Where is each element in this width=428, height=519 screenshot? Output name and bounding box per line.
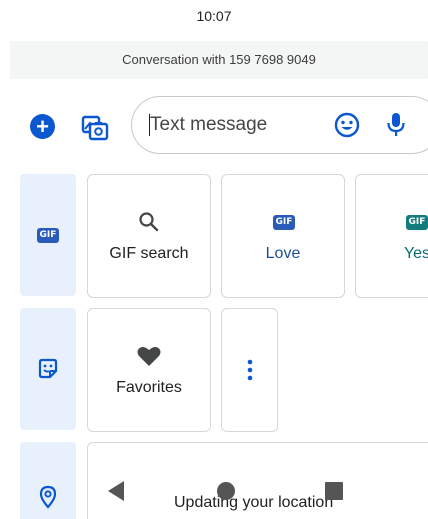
sticker-icon — [38, 358, 58, 379]
gif-yes-tile[interactable]: GIF Yes — [355, 174, 428, 298]
gif-love-label: Love — [265, 245, 301, 262]
compose-field[interactable] — [131, 96, 428, 154]
back-triangle-icon[interactable] — [106, 480, 126, 502]
conversation-banner-text: Conversation with 159 7698 9049 — [122, 52, 316, 67]
home-circle-icon[interactable] — [216, 481, 236, 501]
text-cursor — [149, 114, 150, 136]
location-tab[interactable] — [20, 442, 76, 519]
status-time: 10:07 — [196, 8, 232, 24]
gif-icon: GIF — [37, 227, 59, 243]
search-icon — [139, 212, 159, 232]
gif-yes-label: Yes — [403, 245, 428, 262]
heart-icon — [137, 347, 161, 366]
gif-search-tile[interactable]: GIF search — [87, 174, 211, 298]
photo-gallery-icon[interactable] — [80, 112, 110, 142]
gif-tab[interactable]: GIF — [20, 174, 76, 296]
gif-search-label: GIF search — [109, 245, 189, 262]
favorites-label: Favorites — [116, 379, 182, 396]
conversation-banner: Conversation with 159 7698 9049 — [10, 41, 428, 79]
gif-icon: GIF — [406, 215, 428, 230]
location-status-text: Updating your location — [174, 494, 334, 511]
microphone-icon[interactable] — [385, 111, 407, 139]
location-card[interactable]: Updating your location — [87, 442, 428, 519]
emoji-icon[interactable] — [334, 112, 360, 138]
favorites-tile[interactable]: Favorites — [87, 308, 211, 432]
gif-love-tile[interactable]: GIF Love — [221, 174, 345, 298]
more-options-tile[interactable] — [221, 308, 278, 432]
gif-icon: GIF — [273, 215, 295, 230]
recents-square-icon[interactable] — [325, 482, 343, 500]
message-input[interactable] — [148, 107, 320, 143]
more-vert-icon — [247, 359, 253, 381]
location-pin-icon — [39, 485, 57, 509]
sticker-tab[interactable] — [20, 308, 76, 430]
status-bar: 10:07 — [0, 0, 428, 32]
messages-screen: 10:07 Conversation with 159 7698 9049 + — [0, 0, 428, 519]
plus-circle-icon[interactable]: + — [30, 114, 55, 139]
